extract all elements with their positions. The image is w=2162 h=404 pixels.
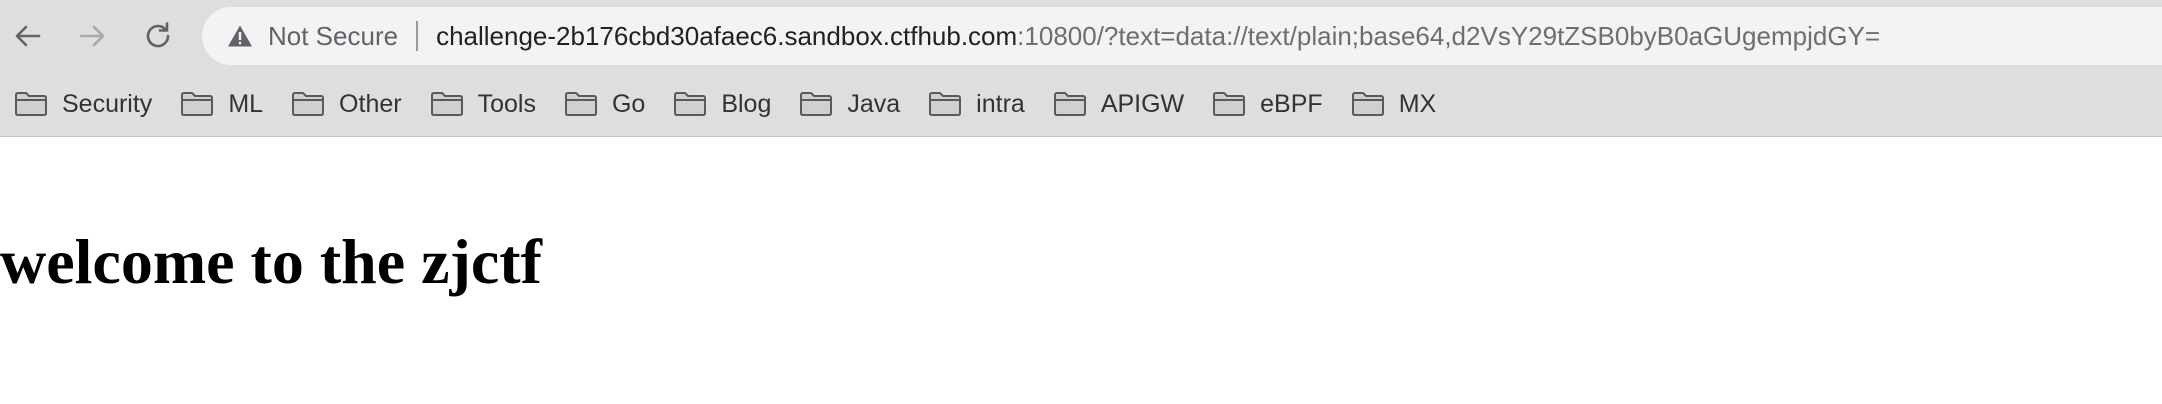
bookmark-folder-other[interactable]: Other: [277, 82, 416, 126]
bookmark-label: APIGW: [1100, 89, 1185, 118]
bookmark-label: Blog: [721, 89, 772, 118]
arrow-left-icon: [15, 25, 41, 47]
bookmark-label: ML: [228, 89, 264, 118]
browser-toolbar: Not Secure challenge-2b176cbd30afaec6.sa…: [0, 0, 2162, 70]
bookmark-label: Go: [611, 89, 646, 118]
folder-icon: [181, 92, 214, 116]
bookmark-folder-mx[interactable]: MX: [1337, 82, 1451, 126]
bookmark-folder-security[interactable]: Security: [0, 82, 166, 126]
back-button[interactable]: [8, 16, 48, 56]
bookmark-folder-ml[interactable]: ML: [166, 82, 277, 126]
folder-icon: [430, 92, 463, 116]
bookmark-label: intra: [976, 89, 1025, 118]
folder-icon: [1351, 92, 1384, 116]
bookmarks-bar: Security ML Other Tools Go Blog Java intra APIGW…: [0, 82, 2162, 126]
bookmark-label: eBPF: [1260, 89, 1323, 118]
address-bar[interactable]: Not Secure challenge-2b176cbd30afaec6.sa…: [202, 7, 2162, 65]
reload-icon: [146, 22, 170, 48]
bookmark-folder-tools[interactable]: Tools: [416, 82, 550, 126]
warning-triangle-icon[interactable]: [226, 23, 254, 49]
bookmark-label: Java: [847, 89, 901, 118]
bookmark-folder-ebpf[interactable]: eBPF: [1198, 82, 1337, 126]
bookmark-folder-go[interactable]: Go: [550, 82, 659, 126]
folder-icon: [1213, 92, 1246, 116]
bookmark-label: Tools: [477, 89, 536, 118]
reload-button[interactable]: [138, 16, 178, 56]
folder-icon: [800, 92, 833, 116]
bookmark-folder-apigw[interactable]: APIGW: [1039, 82, 1198, 126]
url-host[interactable]: challenge-2b176cbd30afaec6.sandbox.ctfhu…: [436, 21, 1017, 52]
bookmark-folder-java[interactable]: Java: [785, 82, 914, 126]
page-heading: welcome to the zjctf: [0, 226, 542, 297]
folder-icon: [292, 92, 325, 116]
browser-chrome: Not Secure challenge-2b176cbd30afaec6.sa…: [0, 0, 2162, 137]
folder-icon: [564, 92, 597, 116]
bookmark-label: Security: [62, 89, 153, 118]
bookmark-folder-intra[interactable]: intra: [914, 82, 1039, 126]
bookmark-label: MX: [1398, 89, 1437, 118]
url-path-query[interactable]: :10800/?text=data://text/plain;base64,d2…: [1017, 21, 1880, 52]
folder-icon: [929, 92, 962, 116]
security-status-label[interactable]: Not Secure: [268, 21, 398, 52]
page-content: welcome to the zjctf: [0, 137, 2162, 404]
address-bar-divider: [416, 21, 419, 51]
folder-icon: [15, 92, 47, 116]
bookmark-label: Other: [339, 89, 402, 118]
folder-icon: [1053, 92, 1086, 116]
arrow-right-icon: [79, 25, 105, 47]
forward-button[interactable]: [72, 16, 112, 56]
folder-icon: [674, 92, 707, 116]
bookmark-folder-blog[interactable]: Blog: [659, 82, 785, 126]
